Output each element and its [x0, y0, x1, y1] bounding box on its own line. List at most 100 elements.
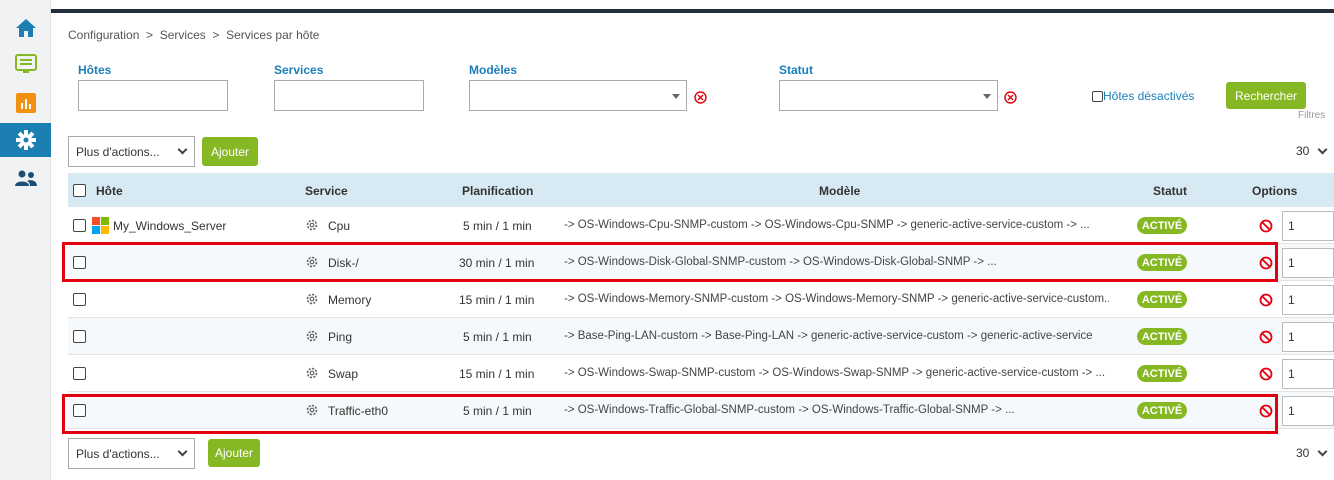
status-filter-select[interactable]: [779, 80, 998, 111]
disable-icon[interactable]: [1259, 404, 1273, 418]
schedule: 5 min / 1 min: [463, 330, 532, 344]
home-icon[interactable]: [7, 11, 44, 45]
duplicate-count-input[interactable]: 1: [1282, 248, 1334, 278]
table-row: Traffic-eth0 5 min / 1 min -> OS-Windows…: [68, 392, 1334, 429]
services-filter-input[interactable]: [274, 80, 424, 111]
header-service[interactable]: Service: [305, 184, 348, 198]
table-row: Disk-/ 30 min / 1 min -> OS-Windows-Disk…: [68, 244, 1334, 281]
monitoring-icon[interactable]: [7, 47, 44, 81]
service-name[interactable]: Ping: [328, 330, 352, 344]
gear-icon: [306, 256, 318, 268]
models-filter-label: Modèles: [469, 63, 518, 77]
duplicate-count-input[interactable]: 1: [1282, 396, 1334, 426]
service-name[interactable]: Cpu: [328, 219, 350, 233]
more-actions-label: Plus d'actions...: [76, 144, 160, 159]
schedule: 15 min / 1 min: [459, 367, 535, 381]
service-name[interactable]: Disk-/: [328, 256, 359, 270]
disabled-hosts-filter[interactable]: Hôtes désactivés: [1092, 89, 1194, 103]
more-actions-label: Plus d'actions...: [76, 446, 160, 461]
chevron-down-icon: [1317, 446, 1328, 456]
disable-icon[interactable]: [1259, 219, 1273, 233]
duplicate-count-input[interactable]: 1: [1282, 211, 1334, 241]
duplicate-count-input[interactable]: 1: [1282, 322, 1334, 352]
table-row: Memory 15 min / 1 min -> OS-Windows-Memo…: [68, 281, 1334, 318]
header-options: Options: [1252, 184, 1298, 198]
page-size-select[interactable]: 30: [1296, 144, 1328, 158]
select-all-checkbox[interactable]: [73, 184, 86, 197]
row-checkbox[interactable]: [73, 330, 86, 343]
status-badge: ACTIVÉ: [1137, 402, 1187, 419]
duplicate-count-input[interactable]: 1: [1282, 359, 1334, 389]
add-button[interactable]: Ajouter: [202, 137, 258, 166]
table-row: Ping 5 min / 1 min -> Base-Ping-LAN-cust…: [68, 318, 1334, 355]
gear-icon: [306, 330, 318, 342]
template-chain: -> Base-Ping-LAN-custom -> Base-Ping-LAN…: [564, 330, 1093, 342]
table-row: My_Windows_Server Cpu 5 min / 1 min -> O…: [68, 207, 1334, 244]
disable-icon[interactable]: [1259, 367, 1273, 381]
reporting-icon[interactable]: [7, 86, 44, 120]
breadcrumb: Configuration > Services > Services par …: [68, 28, 320, 42]
service-name[interactable]: Memory: [328, 293, 371, 307]
windows-logo-icon: [92, 217, 109, 234]
gear-icon: [306, 219, 318, 231]
row-checkbox[interactable]: [73, 219, 86, 232]
host-name[interactable]: My_Windows_Server: [113, 219, 226, 233]
disabled-hosts-checkbox[interactable]: [1092, 90, 1103, 102]
services-filter-label: Services: [274, 63, 324, 77]
disable-icon[interactable]: [1259, 293, 1273, 307]
disable-icon[interactable]: [1259, 256, 1273, 270]
schedule: 15 min / 1 min: [459, 293, 535, 307]
schedule: 5 min / 1 min: [463, 404, 532, 418]
service-name[interactable]: Traffic-eth0: [328, 404, 388, 418]
gear-icon: [306, 293, 318, 305]
header-status: Statut: [1153, 184, 1187, 198]
main-content: Configuration > Services > Services par …: [51, 13, 1334, 480]
status-badge: ACTIVÉ: [1137, 217, 1187, 234]
hosts-filter-input[interactable]: [78, 80, 228, 111]
row-checkbox[interactable]: [73, 367, 86, 380]
template-chain: -> OS-Windows-Memory-SNMP-custom -> OS-W…: [564, 293, 1109, 305]
clear-icon[interactable]: [694, 91, 707, 104]
template-chain: -> OS-Windows-Traffic-Global-SNMP-custom…: [564, 404, 1015, 416]
chevron-down-icon: [1317, 144, 1328, 154]
disable-icon[interactable]: [1259, 330, 1273, 344]
clear-icon[interactable]: [1004, 91, 1017, 104]
sidebar: [0, 0, 51, 480]
search-button[interactable]: Rechercher: [1226, 82, 1306, 109]
models-filter-select[interactable]: [469, 80, 687, 111]
chevron-down-icon: [177, 144, 188, 155]
row-checkbox[interactable]: [73, 293, 86, 306]
page-size-value: 30: [1296, 446, 1310, 460]
duplicate-count-input[interactable]: 1: [1282, 285, 1334, 315]
more-actions-select[interactable]: Plus d'actions...: [68, 136, 195, 167]
page-size-value: 30: [1296, 144, 1310, 158]
disabled-hosts-label: Hôtes désactivés: [1103, 89, 1195, 103]
administration-icon[interactable]: [7, 162, 44, 196]
service-name[interactable]: Swap: [328, 367, 358, 381]
gear-icon: [306, 404, 318, 416]
add-button[interactable]: Ajouter: [208, 439, 260, 467]
table-row: Swap 15 min / 1 min -> OS-Windows-Swap-S…: [68, 355, 1334, 392]
configuration-icon[interactable]: [0, 123, 51, 157]
table-header: Hôte Service Planification Modèle Statut…: [68, 173, 1334, 207]
more-actions-select[interactable]: Plus d'actions...: [68, 438, 195, 469]
header-template: Modèle: [819, 184, 861, 198]
chevron-down-icon: [177, 446, 188, 457]
chevron-down-icon: [983, 94, 991, 99]
schedule: 5 min / 1 min: [463, 219, 532, 233]
gear-icon: [306, 367, 318, 379]
row-checkbox[interactable]: [73, 404, 86, 417]
status-badge: ACTIVÉ: [1137, 291, 1187, 308]
page-size-select[interactable]: 30: [1296, 446, 1328, 460]
chevron-down-icon: [672, 94, 680, 99]
template-chain: -> OS-Windows-Disk-Global-SNMP-custom ->…: [564, 256, 997, 268]
filters-link[interactable]: Filtres: [1298, 110, 1325, 121]
template-chain: -> OS-Windows-Cpu-SNMP-custom -> OS-Wind…: [564, 219, 1090, 231]
schedule: 30 min / 1 min: [459, 256, 535, 270]
status-badge: ACTIVÉ: [1137, 254, 1187, 271]
hosts-filter-label: Hôtes: [78, 63, 112, 77]
status-filter-label: Statut: [779, 63, 813, 77]
row-checkbox[interactable]: [73, 256, 86, 269]
header-host[interactable]: Hôte: [96, 184, 123, 198]
header-schedule: Planification: [462, 184, 534, 198]
